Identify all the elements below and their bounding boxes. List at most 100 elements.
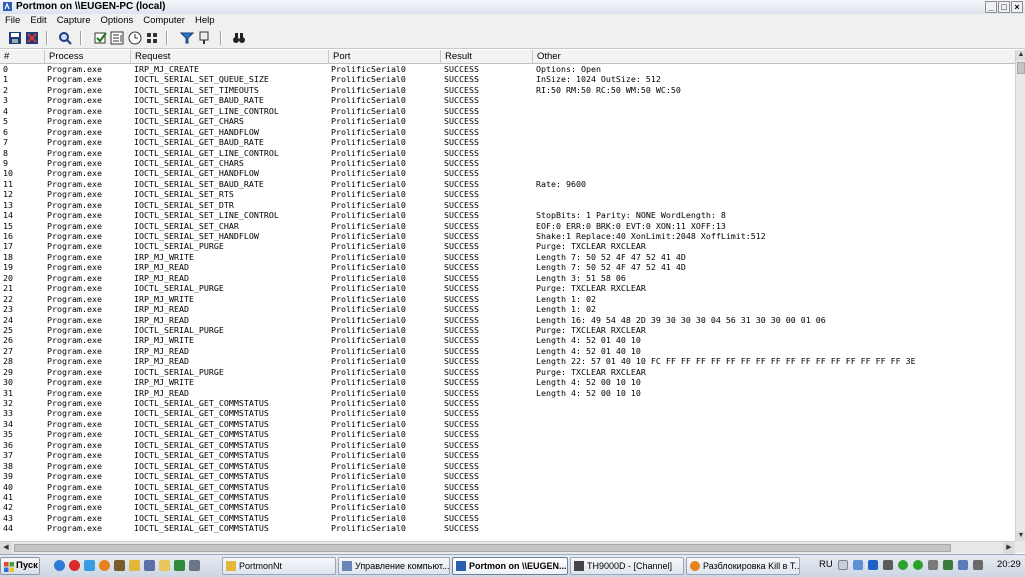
table-row[interactable]: 36 Program.exe IOCTL_SERIAL_GET_COMMSTATUS… xyxy=(0,440,1015,450)
autoscroll-icon[interactable] xyxy=(110,31,124,45)
column-header-process[interactable]: Process xyxy=(45,50,131,63)
clock[interactable]: 20:29 xyxy=(997,556,1021,574)
table-row[interactable]: 35 Program.exe IOCTL_SERIAL_GET_COMMSTATUS… xyxy=(0,429,1015,439)
task-browser[interactable]: Разблокировка Kill в Т... xyxy=(686,557,800,575)
find-icon[interactable] xyxy=(58,31,72,45)
app-quicklaunch-icon[interactable] xyxy=(114,560,125,571)
table-row[interactable]: 4 Program.exe IOCTL_SERIAL_GET_LINE_CONTRO… xyxy=(0,106,1015,116)
opera-quicklaunch-icon[interactable] xyxy=(69,560,80,571)
horizontal-scroll-thumb[interactable] xyxy=(14,544,951,552)
table-row[interactable]: 7 Program.exe IOCTL_SERIAL_GET_BAUD_RATE Pr… xyxy=(0,137,1015,147)
table-row[interactable]: 8 Program.exe IOCTL_SERIAL_GET_LINE_CONTRO… xyxy=(0,148,1015,158)
column-header-request[interactable]: Request xyxy=(131,50,329,63)
tray-network-icon[interactable] xyxy=(853,560,863,570)
table-row[interactable]: 39 Program.exe IOCTL_SERIAL_GET_COMMSTATUS… xyxy=(0,471,1015,481)
scroll-left-arrow-icon[interactable]: ◀ xyxy=(0,542,12,554)
table-row[interactable]: 42 Program.exe IOCTL_SERIAL_GET_COMMSTATUS… xyxy=(0,502,1015,512)
table-row[interactable]: 20 Program.exe IRP_MJ_READ ProlificSerial0 S… xyxy=(0,273,1015,283)
scroll-down-arrow-icon[interactable]: ▼ xyxy=(1016,531,1025,541)
start-button[interactable]: Пуск xyxy=(0,557,40,575)
menu-computer[interactable]: Computer xyxy=(138,14,190,28)
table-row[interactable]: 1 Program.exe IOCTL_SERIAL_SET_QUEUE_SIZE P… xyxy=(0,74,1015,84)
log-list[interactable]: 0 Program.exe IRP_MJ_CREATE ProlificSerial0… xyxy=(0,64,1015,540)
horizontal-scrollbar[interactable]: ◀ ▶ xyxy=(0,541,1015,554)
save-icon[interactable] xyxy=(8,31,22,45)
menu-edit[interactable]: Edit xyxy=(25,14,51,28)
table-row[interactable]: 14 Program.exe IOCTL_SERIAL_SET_LINE_CONTR… xyxy=(0,210,1015,220)
ie-quicklaunch-icon[interactable] xyxy=(54,560,65,571)
table-row[interactable]: 40 Program.exe IOCTL_SERIAL_GET_COMMSTATUS… xyxy=(0,482,1015,492)
scroll-up-arrow-icon[interactable]: ▲ xyxy=(1016,50,1025,60)
task-computer-management[interactable]: Управление компьют... xyxy=(338,557,450,575)
minimize-button[interactable]: _ xyxy=(985,1,997,13)
table-row[interactable]: 33 Program.exe IOCTL_SERIAL_GET_COMMSTATUS… xyxy=(0,408,1015,418)
close-button[interactable]: × xyxy=(1011,1,1023,13)
table-row[interactable]: 18 Program.exe IRP_MJ_WRITE ProlificSerial0… xyxy=(0,252,1015,262)
table-row[interactable]: 34 Program.exe IOCTL_SERIAL_GET_COMMSTATUS… xyxy=(0,419,1015,429)
table-row[interactable]: 29 Program.exe IOCTL_SERIAL_PURGE ProlificS… xyxy=(0,367,1015,377)
tray-update-icon[interactable] xyxy=(898,560,908,570)
table-row[interactable]: 24 Program.exe IRP_MJ_READ ProlificSerial0 S… xyxy=(0,315,1015,325)
column-header-other[interactable]: Other xyxy=(533,50,1015,63)
table-row[interactable]: 22 Program.exe IRP_MJ_WRITE ProlificSerial0… xyxy=(0,294,1015,304)
table-row[interactable]: 12 Program.exe IOCTL_SERIAL_SET_RTS Prolifi… xyxy=(0,189,1015,199)
excel-quicklaunch-icon[interactable] xyxy=(174,560,185,571)
task-portmon[interactable]: Portmon on \\EUGEN... xyxy=(452,557,568,575)
table-row[interactable]: 38 Program.exe IOCTL_SERIAL_GET_COMMSTATUS… xyxy=(0,461,1015,471)
table-row[interactable]: 0 Program.exe IRP_MJ_CREATE ProlificSerial0… xyxy=(0,64,1015,74)
tray-security-icon[interactable] xyxy=(913,560,923,570)
history-icon[interactable] xyxy=(145,31,159,45)
table-row[interactable]: 25 Program.exe IOCTL_SERIAL_PURGE ProlificS… xyxy=(0,325,1015,335)
tray-chevron-icon[interactable] xyxy=(838,560,848,570)
language-indicator[interactable]: RU xyxy=(819,556,833,574)
menu-capture[interactable]: Capture xyxy=(52,14,96,28)
table-row[interactable]: 19 Program.exe IRP_MJ_READ ProlificSerial0 S… xyxy=(0,262,1015,272)
column-header-result[interactable]: Result xyxy=(441,50,533,63)
capture-icon[interactable] xyxy=(94,31,108,45)
menu-options[interactable]: Options xyxy=(96,14,139,28)
filter-icon[interactable] xyxy=(180,31,194,45)
table-row[interactable]: 44 Program.exe IOCTL_SERIAL_GET_COMMSTATUS… xyxy=(0,523,1015,533)
task-th9000d[interactable]: TH9000D - [Channel] xyxy=(570,557,684,575)
table-row[interactable]: 41 Program.exe IOCTL_SERIAL_GET_COMMSTATUS… xyxy=(0,492,1015,502)
table-row[interactable]: 5 Program.exe IOCTL_SERIAL_GET_CHARS Prolif… xyxy=(0,116,1015,126)
menu-file[interactable]: File xyxy=(0,14,25,28)
tray-volume-icon[interactable] xyxy=(973,560,983,570)
explorer-quicklaunch-icon[interactable] xyxy=(159,560,170,571)
table-row[interactable]: 13 Program.exe IOCTL_SERIAL_SET_DTR Prolifi… xyxy=(0,200,1015,210)
column-header-number[interactable]: # xyxy=(0,50,45,63)
table-row[interactable]: 26 Program.exe IRP_MJ_WRITE ProlificSerial0… xyxy=(0,335,1015,345)
table-row[interactable]: 15 Program.exe IOCTL_SERIAL_SET_CHAR Prolif… xyxy=(0,221,1015,231)
table-row[interactable]: 17 Program.exe IOCTL_SERIAL_PURGE ProlificS… xyxy=(0,241,1015,251)
vertical-scrollbar[interactable]: ▲ ▼ xyxy=(1015,50,1025,541)
table-row[interactable]: 27 Program.exe IRP_MJ_READ ProlificSerial0 S… xyxy=(0,346,1015,356)
time-icon[interactable] xyxy=(128,31,142,45)
table-row[interactable]: 28 Program.exe IRP_MJ_READ ProlificSerial0 S… xyxy=(0,356,1015,366)
table-row[interactable]: 9 Program.exe IOCTL_SERIAL_GET_CHARS Prolif… xyxy=(0,158,1015,168)
skype-quicklaunch-icon[interactable] xyxy=(84,560,95,571)
tray-battery-icon[interactable] xyxy=(943,560,953,570)
table-row[interactable]: 31 Program.exe IRP_MJ_READ ProlificSerial0 S… xyxy=(0,388,1015,398)
firefox-quicklaunch-icon[interactable] xyxy=(99,560,110,571)
tray-monitor-icon[interactable] xyxy=(958,560,968,570)
table-row[interactable]: 30 Program.exe IRP_MJ_WRITE ProlificSerial0… xyxy=(0,377,1015,387)
window-titlebar[interactable]: Portmon on \\EUGEN-PC (local) _ □ × xyxy=(0,0,1025,15)
table-row[interactable]: 3 Program.exe IOCTL_SERIAL_GET_BAUD_RATE Pr… xyxy=(0,95,1015,105)
table-row[interactable]: 11 Program.exe IOCTL_SERIAL_SET_BAUD_RATE P… xyxy=(0,179,1015,189)
table-row[interactable]: 10 Program.exe IOCTL_SERIAL_GET_HANDFLOW Pr… xyxy=(0,168,1015,178)
folder-quicklaunch-icon[interactable] xyxy=(129,560,140,571)
clear-icon[interactable] xyxy=(25,31,39,45)
column-header-port[interactable]: Port xyxy=(329,50,441,63)
table-row[interactable]: 37 Program.exe IOCTL_SERIAL_GET_COMMSTATUS… xyxy=(0,450,1015,460)
vertical-scroll-thumb[interactable] xyxy=(1017,62,1025,74)
tray-app-icon[interactable] xyxy=(883,560,893,570)
table-row[interactable]: 32 Program.exe IOCTL_SERIAL_GET_COMMSTATUS… xyxy=(0,398,1015,408)
maximize-button[interactable]: □ xyxy=(998,1,1010,13)
table-row[interactable]: 16 Program.exe IOCTL_SERIAL_SET_HANDFLOW Pr… xyxy=(0,231,1015,241)
table-row[interactable]: 2 Program.exe IOCTL_SERIAL_SET_TIMEOUTS Pro… xyxy=(0,85,1015,95)
tray-device-icon[interactable] xyxy=(928,560,938,570)
tool-quicklaunch-icon[interactable] xyxy=(144,560,155,571)
table-row[interactable]: 6 Program.exe IOCTL_SERIAL_GET_HANDFLOW Pro… xyxy=(0,127,1015,137)
scroll-right-arrow-icon[interactable]: ▶ xyxy=(1003,542,1015,554)
binoculars-icon[interactable] xyxy=(232,31,246,45)
